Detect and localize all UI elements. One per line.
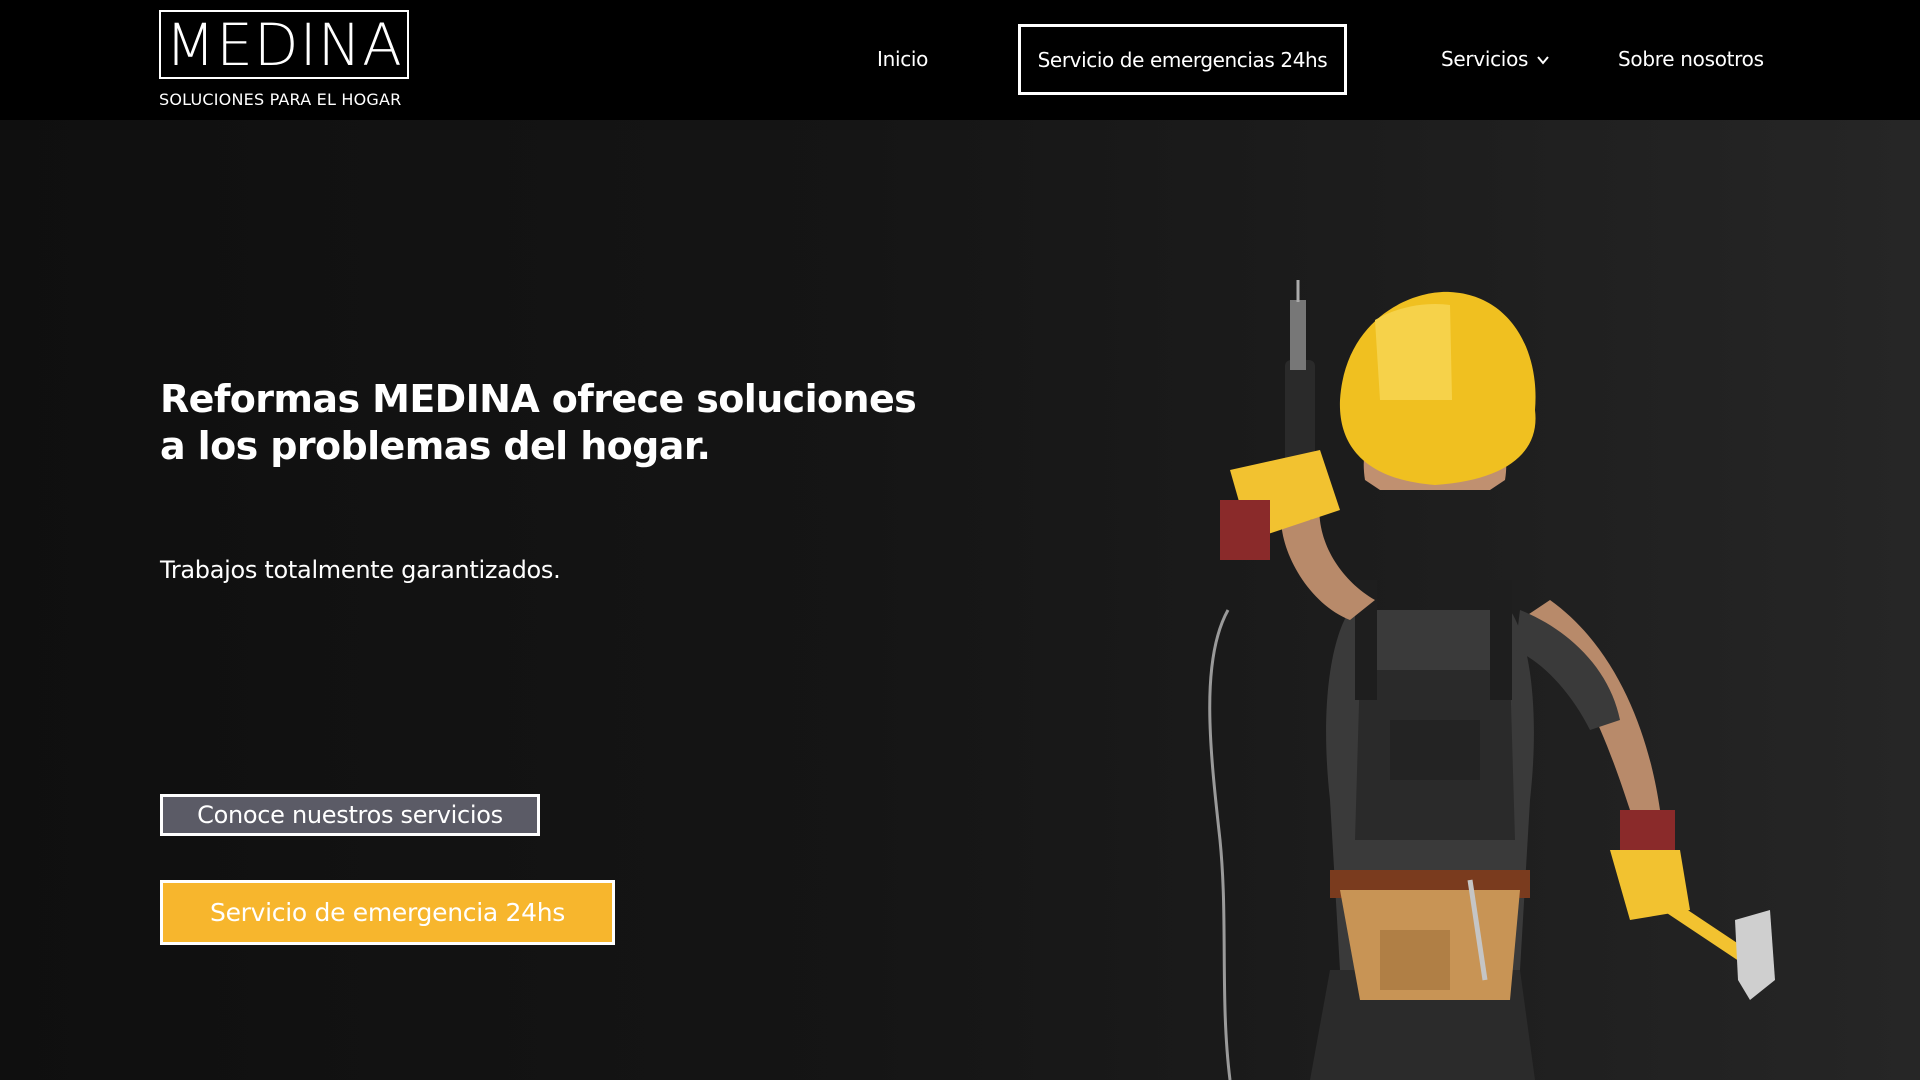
emergency-button[interactable]: Servicio de emergencia 24hs <box>160 880 615 945</box>
hero-title: Reformas MEDINA ofrece soluciones a los … <box>160 377 917 468</box>
nav-link-servicios[interactable]: Servicios <box>1441 47 1550 71</box>
top-navbar: MEDINA SOLUCIONES PARA EL HOGAR Inicio S… <box>0 0 1920 120</box>
logo-wordmark: MEDINA <box>159 10 409 79</box>
nav-link-sobre-nosotros[interactable]: Sobre nosotros <box>1618 47 1764 71</box>
chevron-down-icon <box>1537 56 1549 65</box>
services-button[interactable]: Conoce nuestros servicios <box>160 794 540 836</box>
nav-servicios-label: Servicios <box>1441 47 1529 71</box>
logo-tagline: SOLUCIONES PARA EL HOGAR <box>159 90 402 109</box>
nav-emergency-button[interactable]: Servicio de emergencias 24hs <box>1018 24 1347 95</box>
hero-subtitle: Trabajos totalmente garantizados. <box>160 556 561 584</box>
hero-section: Reformas MEDINA ofrece soluciones a los … <box>0 120 1920 1080</box>
worker-image <box>1208 280 1775 1080</box>
nav-link-inicio[interactable]: Inicio <box>877 47 928 71</box>
brand-logo[interactable]: MEDINA SOLUCIONES PARA EL HOGAR <box>159 10 411 109</box>
